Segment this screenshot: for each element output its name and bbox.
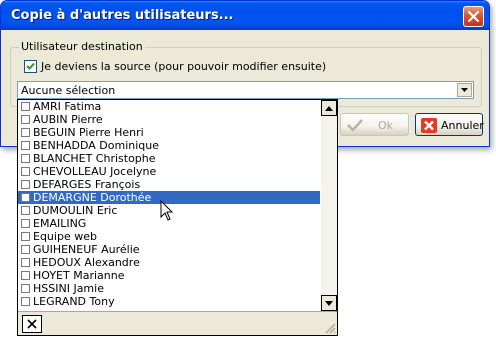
user-list-item[interactable]: AUBIN Pierre bbox=[18, 113, 320, 126]
combo-value: Aucune sélection bbox=[21, 84, 116, 97]
user-list-item[interactable]: HSSINI Jamie bbox=[18, 282, 320, 295]
user-list-item-label: HEDOUX Alexandre bbox=[33, 256, 140, 269]
item-checkbox[interactable] bbox=[21, 219, 30, 228]
scroll-up-button[interactable] bbox=[321, 100, 337, 116]
arrow-up-icon bbox=[325, 106, 333, 111]
group-legend: Utilisateur destination bbox=[19, 40, 145, 53]
close-icon bbox=[468, 11, 479, 22]
item-checkbox[interactable] bbox=[21, 193, 30, 202]
cancel-button-label: Annuler bbox=[441, 119, 484, 132]
user-list-item[interactable]: Equipe web bbox=[18, 230, 320, 243]
user-list-item[interactable]: DEFARGES François bbox=[18, 178, 320, 191]
user-list-item-label: GUIHENEUF Aurélie bbox=[33, 243, 140, 256]
user-list-item-label: HOYET Marianne bbox=[33, 269, 125, 282]
cancel-button[interactable]: Annuler bbox=[415, 113, 484, 136]
item-checkbox[interactable] bbox=[21, 115, 30, 124]
user-list-item-label: BLANCHET Christophe bbox=[33, 152, 156, 165]
dropdown-footer bbox=[18, 311, 337, 335]
item-checkbox[interactable] bbox=[21, 154, 30, 163]
user-list-item[interactable]: HEDOUX Alexandre bbox=[18, 256, 320, 269]
cancel-x-icon bbox=[421, 118, 437, 133]
user-list-item-label: CHEVOLLEAU Jocelyne bbox=[33, 165, 157, 178]
item-checkbox[interactable] bbox=[21, 141, 30, 150]
ok-button[interactable]: Ok bbox=[340, 113, 409, 136]
checkmark-icon bbox=[26, 62, 35, 70]
item-checkbox[interactable] bbox=[21, 297, 30, 306]
user-list-item-label: AUBIN Pierre bbox=[33, 113, 103, 126]
user-list-item[interactable]: GUIHENEUF Aurélie bbox=[18, 243, 320, 256]
user-list-item-label: Equipe web bbox=[33, 230, 97, 243]
source-checkbox[interactable] bbox=[24, 60, 37, 73]
item-checkbox[interactable] bbox=[21, 258, 30, 267]
item-checkbox[interactable] bbox=[21, 245, 30, 254]
user-list-item-label: EMAILING bbox=[33, 217, 87, 230]
arrow-down-icon bbox=[325, 301, 333, 306]
resize-grip-icon[interactable] bbox=[324, 322, 336, 334]
user-list-item[interactable]: AMRI Fatima bbox=[18, 100, 320, 113]
user-list-item[interactable]: BLANCHET Christophe bbox=[18, 152, 320, 165]
item-checkbox[interactable] bbox=[21, 232, 30, 241]
item-checkbox[interactable] bbox=[21, 284, 30, 293]
clear-selection-button[interactable] bbox=[22, 315, 42, 333]
scroll-down-button[interactable] bbox=[321, 295, 337, 311]
item-checkbox[interactable] bbox=[21, 128, 30, 137]
window-title: Copie à d'autres utilisateurs... bbox=[11, 8, 234, 23]
user-list-item[interactable]: CHEVOLLEAU Jocelyne bbox=[18, 165, 320, 178]
close-button[interactable] bbox=[463, 6, 484, 27]
user-list-item-label: BENHADDA Dominique bbox=[33, 139, 160, 152]
source-checkbox-label[interactable]: Je deviens la source (pour pouvoir modif… bbox=[41, 60, 326, 73]
item-checkbox[interactable] bbox=[21, 102, 30, 111]
user-list-item[interactable]: BEGUIN Pierre Henri bbox=[18, 126, 320, 139]
user-list-item-label: HSSINI Jamie bbox=[33, 282, 104, 295]
title-bar[interactable]: Copie à d'autres utilisateurs... bbox=[1, 1, 489, 30]
destination-user-combo[interactable]: Aucune sélection bbox=[17, 81, 474, 99]
user-list-item-label: AMRI Fatima bbox=[33, 100, 102, 113]
item-checkbox[interactable] bbox=[21, 180, 30, 189]
chevron-down-icon bbox=[461, 88, 468, 92]
close-icon bbox=[27, 319, 37, 329]
user-list-item-label: BEGUIN Pierre Henri bbox=[33, 126, 144, 139]
item-checkbox[interactable] bbox=[21, 271, 30, 280]
user-list-item[interactable]: LEGRAND Tony bbox=[18, 295, 320, 308]
mouse-cursor-icon bbox=[160, 200, 174, 221]
user-list-item-label: LEGRAND Tony bbox=[33, 295, 115, 308]
user-list-item-label: DUMOULIN Eric bbox=[33, 204, 118, 217]
user-list-item[interactable]: BENHADDA Dominique bbox=[18, 139, 320, 152]
vertical-scrollbar[interactable] bbox=[321, 100, 337, 311]
user-list-item[interactable]: HOYET Marianne bbox=[18, 269, 320, 282]
ok-button-label: Ok bbox=[378, 119, 394, 132]
user-list-item-label: DEMARGNE Dorothée bbox=[33, 191, 152, 204]
user-list-item-label: DEFARGES François bbox=[33, 178, 141, 191]
item-checkbox[interactable] bbox=[21, 206, 30, 215]
user-dropdown-list: AMRI Fatima AUBIN Pierre BEGUIN Pierre Hen… bbox=[17, 99, 338, 336]
checkmark-icon bbox=[347, 119, 363, 132]
combo-dropdown-button[interactable] bbox=[457, 83, 472, 97]
item-checkbox[interactable] bbox=[21, 167, 30, 176]
